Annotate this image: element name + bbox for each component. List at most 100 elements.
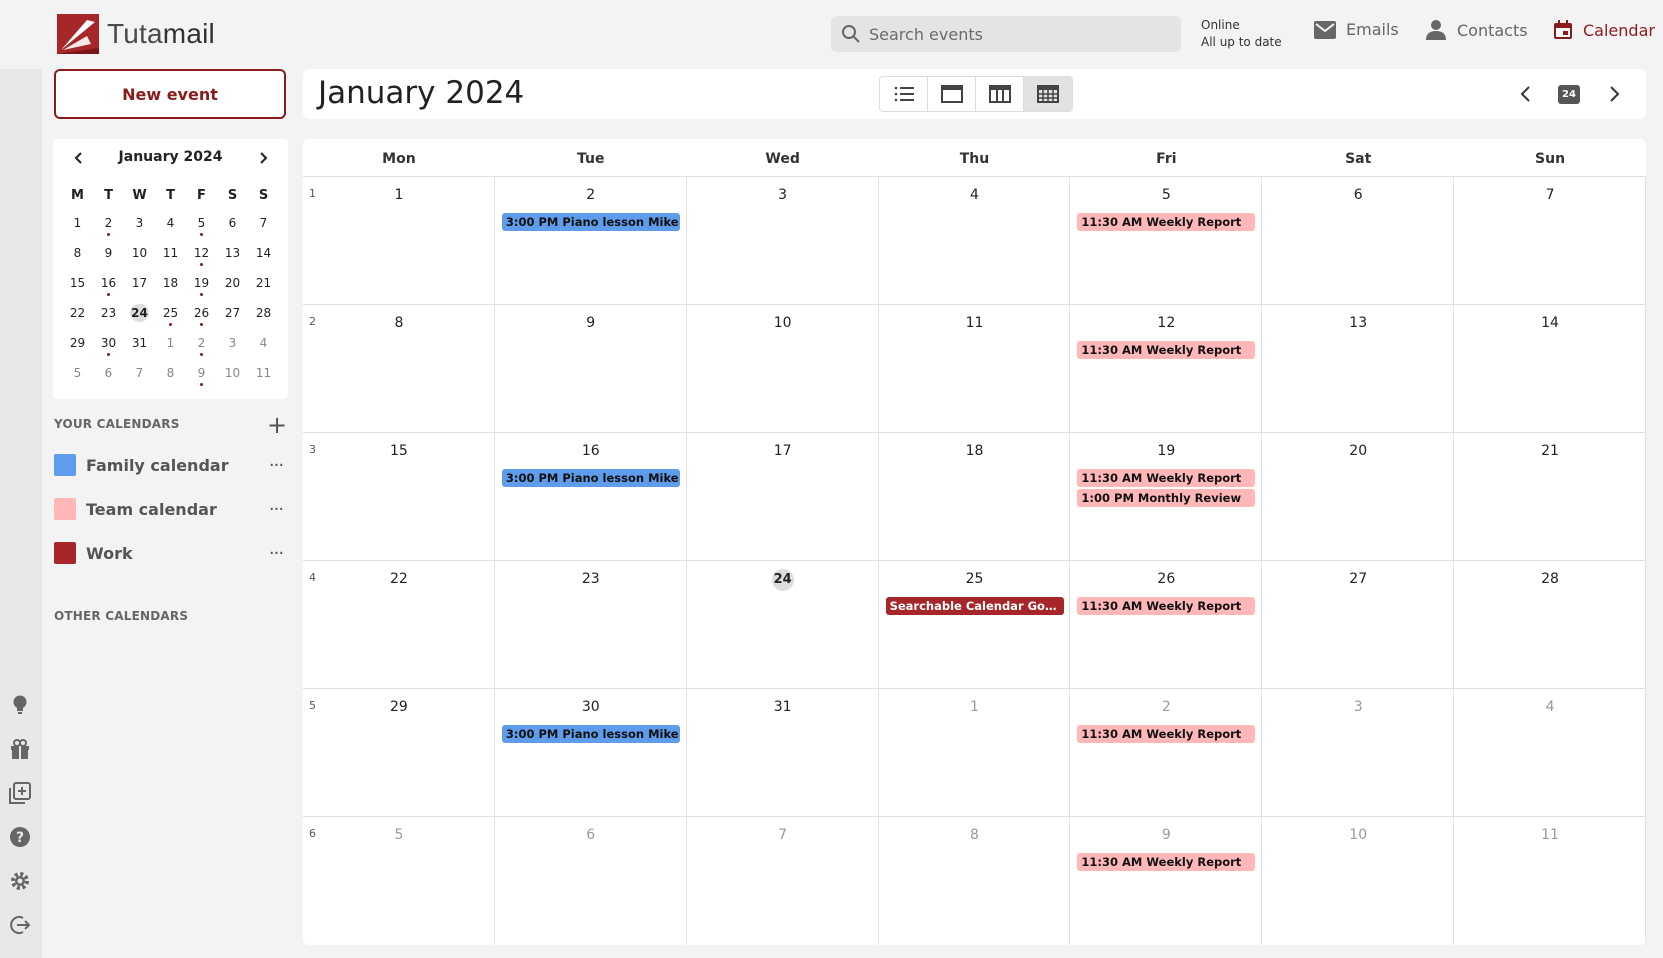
- day-cell[interactable]: 11: [879, 305, 1071, 433]
- day-number[interactable]: 26: [1070, 571, 1262, 587]
- day-cell[interactable]: 22: [303, 561, 495, 689]
- mini-day[interactable]: 6: [93, 363, 124, 393]
- day-number[interactable]: 14: [1454, 315, 1646, 331]
- day-cell[interactable]: 1: [303, 177, 495, 305]
- calendar-event[interactable]: 11:30 AM Weekly Report: [1077, 341, 1256, 359]
- day-cell[interactable]: 4: [1454, 689, 1646, 817]
- day-cell[interactable]: 12 11:30 AM Weekly Report: [1070, 305, 1263, 433]
- mini-day[interactable]: 25: [155, 303, 186, 333]
- logout-icon[interactable]: [9, 914, 31, 936]
- calendar-event[interactable]: 11:30 AM Weekly Report: [1077, 725, 1256, 743]
- mini-day[interactable]: 17: [124, 273, 155, 303]
- day-number[interactable]: 16: [495, 443, 687, 459]
- day-cell[interactable]: 3: [1262, 689, 1455, 817]
- day-cell[interactable]: 14: [1454, 305, 1646, 433]
- day-cell[interactable]: 26 11:30 AM Weekly Report: [1070, 561, 1263, 689]
- day-cell[interactable]: 15: [303, 433, 495, 561]
- day-number[interactable]: 6: [1262, 187, 1454, 203]
- day-cell[interactable]: 6: [1262, 177, 1455, 305]
- day-number[interactable]: 17: [687, 443, 879, 459]
- day-cell[interactable]: 5 11:30 AM Weekly Report: [1070, 177, 1263, 305]
- day-number[interactable]: 1: [879, 699, 1071, 715]
- day-cell[interactable]: 9 11:30 AM Weekly Report: [1070, 817, 1263, 945]
- day-cell[interactable]: 4: [879, 177, 1071, 305]
- day-number[interactable]: 5: [1070, 187, 1262, 203]
- day-cell[interactable]: 7: [1454, 177, 1646, 305]
- day-number[interactable]: 20: [1262, 443, 1454, 459]
- mini-day[interactable]: 13: [217, 243, 248, 273]
- day-number[interactable]: 30: [495, 699, 687, 715]
- gift-icon[interactable]: [9, 738, 31, 760]
- day-cell-today[interactable]: 24: [687, 561, 879, 689]
- previous-month-icon[interactable]: [1514, 82, 1538, 106]
- mini-day[interactable]: 10: [217, 363, 248, 393]
- day-cell[interactable]: 10: [1262, 817, 1455, 945]
- today-button[interactable]: 24: [1558, 85, 1580, 104]
- day-number[interactable]: 8: [303, 315, 495, 331]
- day-cell[interactable]: 5: [303, 817, 495, 945]
- mini-day[interactable]: 11: [155, 243, 186, 273]
- mini-day[interactable]: 30: [93, 333, 124, 363]
- mini-day[interactable]: 31: [124, 333, 155, 363]
- day-number[interactable]: 12: [1070, 315, 1262, 331]
- day-cell[interactable]: 29: [303, 689, 495, 817]
- mini-day-today[interactable]: 24: [124, 303, 155, 333]
- day-cell[interactable]: 2 11:30 AM Weekly Report: [1070, 689, 1263, 817]
- calendar-item-work[interactable]: Work ···: [54, 538, 288, 568]
- day-number[interactable]: 4: [879, 187, 1071, 203]
- mini-day[interactable]: 22: [62, 303, 93, 333]
- day-number[interactable]: 7: [1454, 187, 1646, 203]
- calendar-event[interactable]: 3:00 PM Piano lesson Mike: [501, 213, 680, 231]
- day-number[interactable]: 8: [879, 827, 1071, 843]
- day-cell[interactable]: 10: [687, 305, 879, 433]
- mini-day[interactable]: 29: [62, 333, 93, 363]
- day-number[interactable]: 15: [303, 443, 495, 459]
- mini-day[interactable]: 4: [248, 333, 279, 363]
- calendar-event[interactable]: 3:00 PM Piano lesson Mike: [501, 725, 680, 743]
- day-number[interactable]: 6: [495, 827, 687, 843]
- day-number[interactable]: 9: [1070, 827, 1262, 843]
- day-view-button[interactable]: [928, 77, 976, 111]
- day-number[interactable]: 27: [1262, 571, 1454, 587]
- mini-day[interactable]: 6: [217, 213, 248, 243]
- mini-day[interactable]: 7: [248, 213, 279, 243]
- mini-day[interactable]: 1: [155, 333, 186, 363]
- calendar-event[interactable]: 3:00 PM Piano lesson Mike: [501, 469, 680, 487]
- mini-day[interactable]: 28: [248, 303, 279, 333]
- day-cell[interactable]: 2 3:00 PM Piano lesson Mike: [495, 177, 687, 305]
- day-number[interactable]: 28: [1454, 571, 1646, 587]
- day-number[interactable]: 10: [1262, 827, 1454, 843]
- mini-day[interactable]: 12: [186, 243, 217, 273]
- add-calendar-icon[interactable]: [9, 782, 31, 804]
- day-number[interactable]: 22: [303, 571, 495, 587]
- lightbulb-icon[interactable]: [9, 694, 31, 716]
- day-number[interactable]: 31: [687, 699, 879, 715]
- mini-day[interactable]: 21: [248, 273, 279, 303]
- add-calendar-plus-icon[interactable]: +: [267, 413, 287, 437]
- mini-next-month-icon[interactable]: [252, 147, 274, 169]
- day-cell[interactable]: 27: [1262, 561, 1455, 689]
- day-cell[interactable]: 8: [303, 305, 495, 433]
- mini-day[interactable]: 14: [248, 243, 279, 273]
- day-number[interactable]: 13: [1262, 315, 1454, 331]
- mini-day[interactable]: 18: [155, 273, 186, 303]
- more-options-icon[interactable]: ···: [264, 499, 288, 520]
- mini-day[interactable]: 7: [124, 363, 155, 393]
- day-cell[interactable]: 21: [1454, 433, 1646, 561]
- calendar-item-team[interactable]: Team calendar ···: [54, 494, 288, 524]
- mini-day[interactable]: 26: [186, 303, 217, 333]
- day-number[interactable]: 7: [687, 827, 879, 843]
- day-number[interactable]: 3: [1262, 699, 1454, 715]
- mini-day[interactable]: 2: [93, 213, 124, 243]
- calendar-event[interactable]: 11:30 AM Weekly Report: [1077, 597, 1256, 615]
- mini-day[interactable]: 23: [93, 303, 124, 333]
- day-number[interactable]: 4: [1454, 699, 1646, 715]
- calendar-event[interactable]: 11:30 AM Weekly Report: [1077, 853, 1256, 871]
- day-number[interactable]: 2: [1070, 699, 1262, 715]
- calendar-event[interactable]: Searchable Calendar Goes Live: [885, 597, 1064, 615]
- day-number[interactable]: 18: [879, 443, 1071, 459]
- day-number[interactable]: 21: [1454, 443, 1646, 459]
- day-cell[interactable]: 3: [687, 177, 879, 305]
- day-number[interactable]: 2: [495, 187, 687, 203]
- mini-day[interactable]: 15: [62, 273, 93, 303]
